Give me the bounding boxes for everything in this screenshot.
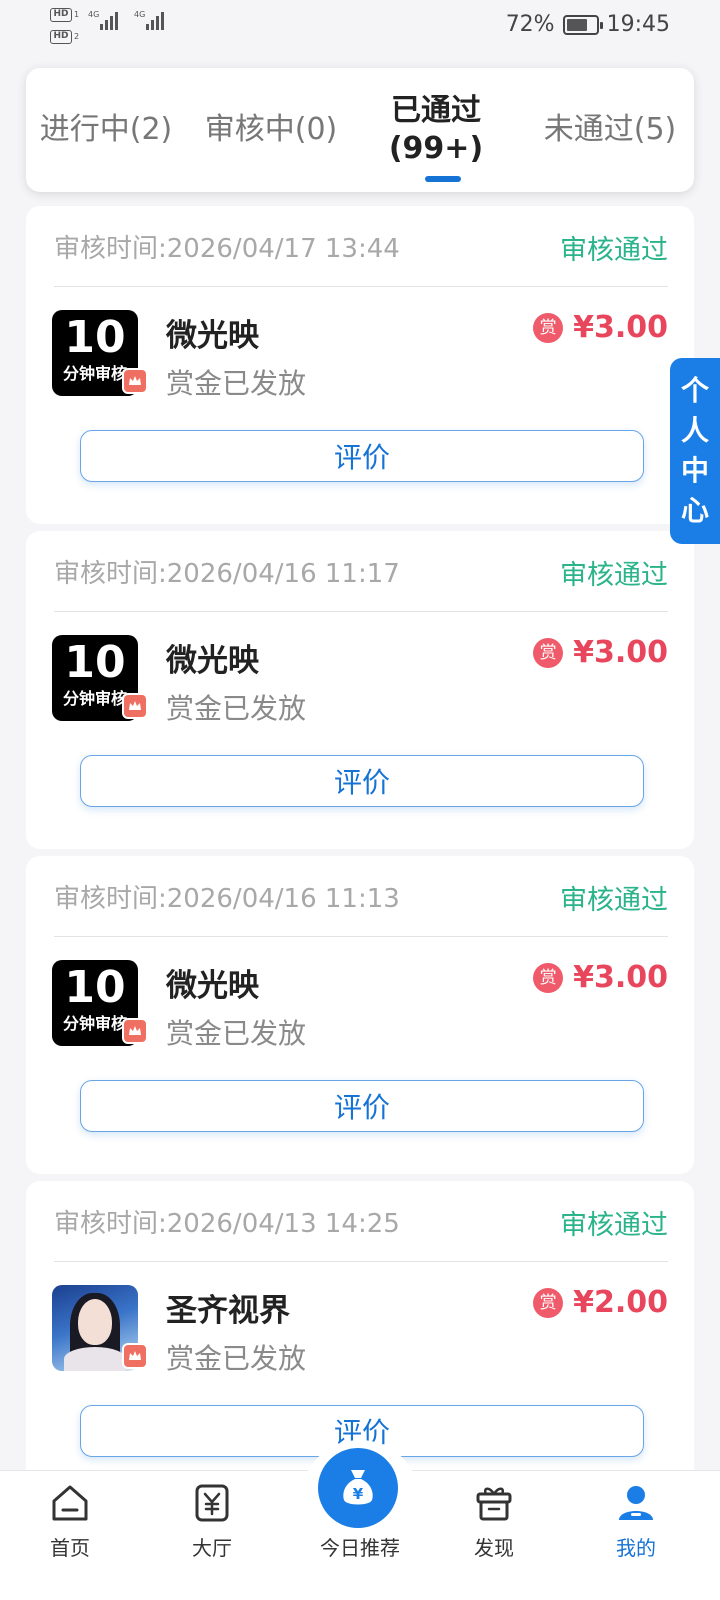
task-name: 微光映	[166, 318, 259, 354]
reward-status: 赏金已发放	[166, 1342, 307, 1375]
reward-icon: 赏	[533, 312, 564, 343]
review-button[interactable]: 评价	[80, 430, 644, 482]
reward-status: 赏金已发放	[166, 367, 307, 400]
price: ¥3.00	[573, 635, 668, 670]
reward-amount: 赏 ¥3.00	[533, 310, 668, 345]
task-name: 圣齐视界	[166, 1293, 290, 1329]
yen-ticket-icon	[195, 1484, 229, 1522]
review-time: 审核时间:2026/04/13 14:25	[54, 1209, 400, 1239]
review-button[interactable]: 评价	[80, 1080, 644, 1132]
tab-in-progress[interactable]: 进行中(2)	[26, 68, 186, 192]
tab-rejected[interactable]: 未通过(5)	[526, 68, 694, 192]
review-time: 审核时间:2026/04/16 11:13	[54, 884, 400, 914]
nav-hall[interactable]: 大厅	[162, 1482, 262, 1561]
side-tab-char: 心	[680, 494, 709, 527]
side-tab-char: 中	[680, 454, 709, 487]
hd-badge-1-sub: 1	[74, 10, 80, 19]
crown-badge-icon	[122, 368, 148, 394]
task-card[interactable]: 审核时间:2026/04/17 13:44 审核通过 10 分钟审核 微光映 赏…	[26, 206, 694, 524]
task-card[interactable]: 审核时间:2026/04/16 11:17 审核通过 10 分钟审核 微光映 赏…	[26, 531, 694, 849]
price: ¥3.00	[573, 960, 668, 995]
reward-icon: 赏	[533, 1287, 564, 1318]
nav-mine[interactable]: 我的	[586, 1482, 686, 1561]
logo-number: 10	[64, 962, 126, 1013]
divider	[54, 1261, 668, 1262]
review-status: 审核通过	[560, 885, 668, 916]
reward-amount: 赏 ¥3.00	[533, 635, 668, 670]
tab-approved[interactable]: 已通过 (99+)	[376, 68, 496, 192]
hd-badge-2: HD	[50, 30, 72, 44]
review-time: 审核时间:2026/04/16 11:17	[54, 559, 400, 589]
battery-percent: 72%	[505, 12, 555, 37]
reward-status: 赏金已发放	[166, 1017, 307, 1050]
nav-today-recommend-button[interactable]: ¥	[318, 1448, 398, 1528]
tab-reviewing[interactable]: 审核中(0)	[191, 68, 351, 192]
logo-number: 10	[64, 312, 126, 363]
tab-label-line2: (99+)	[388, 131, 484, 166]
tab-label: 审核中(0)	[204, 112, 338, 147]
task-name: 微光映	[166, 643, 259, 679]
reward-amount: 赏 ¥2.00	[533, 1285, 668, 1320]
crown-badge-icon	[122, 693, 148, 719]
gift-box-icon	[476, 1487, 512, 1521]
side-tab-char: 人	[680, 414, 709, 447]
divider	[54, 611, 668, 612]
money-bag-icon: ¥	[343, 1470, 373, 1505]
nav-label: 今日推荐	[320, 1536, 400, 1560]
reward-status: 赏金已发放	[166, 692, 307, 725]
home-icon	[52, 1485, 88, 1521]
review-status: 审核通过	[560, 1210, 668, 1241]
money-bag-glyph: ¥	[353, 1485, 364, 1503]
nav-label: 首页	[50, 1536, 90, 1560]
task-name: 微光映	[166, 968, 259, 1004]
network-indicators: HD 1 HD 2 4G 4G	[50, 6, 180, 46]
tab-label: 进行中(2)	[39, 112, 173, 147]
divider	[54, 936, 668, 937]
network-type-1: 4G	[88, 10, 100, 19]
nav-home[interactable]: 首页	[20, 1482, 120, 1561]
hd-badge-2-sub: 2	[74, 32, 80, 41]
reward-icon: 赏	[533, 637, 564, 668]
crown-badge-icon	[122, 1018, 148, 1044]
side-tab-char: 个	[680, 374, 709, 407]
nav-discover[interactable]: 发现	[444, 1482, 544, 1561]
logo-number: 10	[64, 637, 126, 688]
personal-center-side-tab[interactable]: 个 人 中 心	[670, 358, 720, 544]
status-tabs: 进行中(2) 审核中(0) 已通过 (99+) 未通过(5)	[26, 68, 694, 192]
review-status: 审核通过	[560, 560, 668, 591]
review-button[interactable]: 评价	[80, 755, 644, 807]
crown-badge-icon	[122, 1343, 148, 1369]
nav-label: 我的	[616, 1536, 656, 1560]
nav-label: 发现	[474, 1536, 514, 1560]
clock: 19:45	[606, 12, 670, 37]
tab-label-line1: 已通过	[391, 93, 481, 128]
review-status: 审核通过	[560, 235, 668, 266]
reward-icon: 赏	[533, 962, 564, 993]
tab-label: 未通过(5)	[543, 112, 677, 147]
price: ¥3.00	[573, 310, 668, 345]
task-card[interactable]: 审核时间:2026/04/16 11:13 审核通过 10 分钟审核 微光映 赏…	[26, 856, 694, 1174]
active-tab-indicator	[425, 176, 461, 182]
signal-icon: 4G	[88, 10, 118, 30]
hd-badge-1: HD	[50, 8, 72, 22]
nav-label: 大厅	[192, 1536, 232, 1560]
status-bar: HD 1 HD 2 4G 4G 72% 19:45	[0, 0, 720, 56]
battery-icon	[562, 14, 603, 35]
status-right: 72% 19:45	[506, 12, 670, 37]
reward-amount: 赏 ¥3.00	[533, 960, 668, 995]
review-time: 审核时间:2026/04/17 13:44	[54, 234, 400, 264]
user-icon	[619, 1486, 653, 1520]
signal-icon: 4G	[134, 10, 164, 30]
price: ¥2.00	[573, 1285, 668, 1320]
network-type-2: 4G	[134, 10, 146, 19]
divider	[54, 286, 668, 287]
